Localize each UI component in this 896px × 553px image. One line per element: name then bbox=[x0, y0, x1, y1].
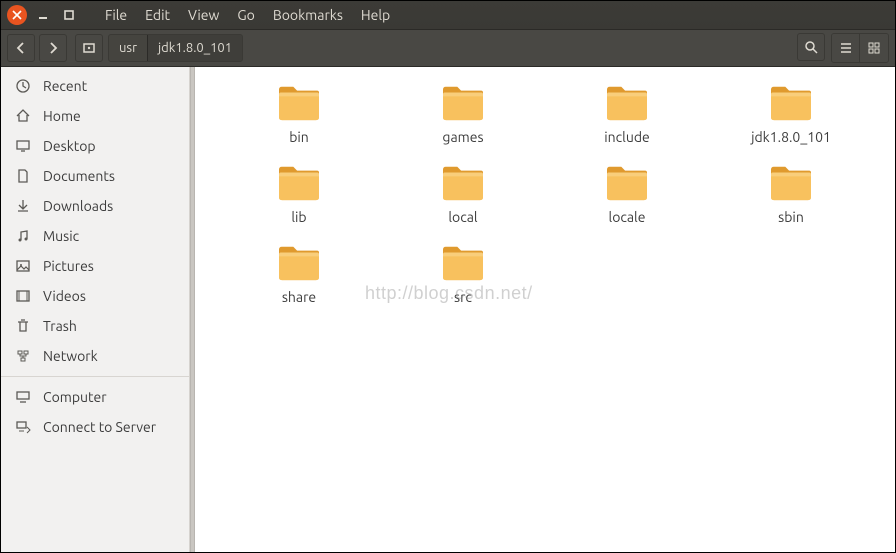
window-close-button[interactable] bbox=[7, 5, 27, 25]
sidebar-item-label: Connect to Server bbox=[43, 419, 156, 435]
folder-local[interactable]: local bbox=[383, 163, 543, 225]
trash-icon bbox=[15, 318, 31, 334]
sidebar-item-videos[interactable]: Videos bbox=[1, 281, 189, 311]
sidebar-item-downloads[interactable]: Downloads bbox=[1, 191, 189, 221]
computer-icon bbox=[15, 389, 31, 405]
network-icon bbox=[15, 348, 31, 364]
sidebar-item-label: Music bbox=[43, 228, 79, 244]
menu-bookmarks[interactable]: Bookmarks bbox=[265, 4, 351, 26]
path-bar: usr jdk1.8.0_101 bbox=[108, 34, 243, 62]
path-segment-current[interactable]: jdk1.8.0_101 bbox=[148, 35, 242, 61]
folder-games[interactable]: games bbox=[383, 83, 543, 145]
sidebar-item-connect-server[interactable]: Connect to Server bbox=[1, 412, 189, 442]
folder-icon bbox=[768, 163, 814, 203]
nav-back-button[interactable] bbox=[7, 34, 35, 62]
sidebar-item-label: Trash bbox=[43, 318, 77, 334]
menu-help[interactable]: Help bbox=[353, 4, 398, 26]
sidebar-item-home[interactable]: Home bbox=[1, 101, 189, 131]
folder-label: bin bbox=[289, 129, 309, 145]
sidebar-item-label: Network bbox=[43, 348, 98, 364]
folder-label: share bbox=[282, 289, 316, 305]
content-area[interactable]: bin games include jdk1.8.0_101lib local local… bbox=[195, 67, 895, 552]
folder-lib[interactable]: lib bbox=[219, 163, 379, 225]
path-root-button[interactable] bbox=[75, 34, 103, 62]
sidebar-item-recent[interactable]: Recent bbox=[1, 71, 189, 101]
folder-icon bbox=[276, 243, 322, 283]
folder-label: src bbox=[454, 289, 472, 305]
folder-locale[interactable]: locale bbox=[547, 163, 707, 225]
sidebar-item-label: Home bbox=[43, 108, 81, 124]
folder-src[interactable]: src bbox=[383, 243, 543, 305]
sidebar-item-label: Pictures bbox=[43, 258, 94, 274]
menu-view[interactable]: View bbox=[180, 4, 227, 26]
nav-forward-button[interactable] bbox=[39, 34, 67, 62]
menubar: File Edit View Go Bookmarks Help bbox=[97, 4, 398, 26]
folder-label: locale bbox=[609, 209, 646, 225]
desktop-icon bbox=[15, 138, 31, 154]
folder-label: jdk1.8.0_101 bbox=[751, 129, 831, 145]
folder-label: include bbox=[604, 129, 650, 145]
folder-icon bbox=[276, 163, 322, 203]
toolbar: usr jdk1.8.0_101 bbox=[1, 29, 895, 67]
sidebar-separator bbox=[1, 376, 189, 377]
folder-include[interactable]: include bbox=[547, 83, 707, 145]
view-list-button[interactable] bbox=[832, 34, 860, 62]
path-segment-usr[interactable]: usr bbox=[109, 35, 148, 61]
music-icon bbox=[15, 228, 31, 244]
folder-label: games bbox=[442, 129, 483, 145]
sidebar-item-label: Documents bbox=[43, 168, 115, 184]
folder-label: local bbox=[448, 209, 477, 225]
window-maximize-button[interactable] bbox=[59, 5, 79, 25]
view-grid-button[interactable] bbox=[860, 34, 888, 62]
sidebar-item-trash[interactable]: Trash bbox=[1, 311, 189, 341]
folder-icon bbox=[604, 83, 650, 123]
folder-label: sbin bbox=[778, 209, 804, 225]
folder-label: lib bbox=[291, 209, 306, 225]
sidebar: Recent Home Desktop Documents Downloads … bbox=[1, 67, 190, 552]
video-icon bbox=[15, 288, 31, 304]
sidebar-item-network[interactable]: Network bbox=[1, 341, 189, 371]
sidebar-item-documents[interactable]: Documents bbox=[1, 161, 189, 191]
sidebar-item-label: Downloads bbox=[43, 198, 113, 214]
folder-sbin[interactable]: sbin bbox=[711, 163, 871, 225]
folder-icon bbox=[440, 163, 486, 203]
folder-icon bbox=[276, 83, 322, 123]
sidebar-item-computer[interactable]: Computer bbox=[1, 382, 189, 412]
folder-grid: bin games include jdk1.8.0_101lib local local… bbox=[219, 83, 871, 305]
menu-edit[interactable]: Edit bbox=[137, 4, 178, 26]
folder-icon bbox=[768, 83, 814, 123]
sidebar-item-pictures[interactable]: Pictures bbox=[1, 251, 189, 281]
documents-icon bbox=[15, 168, 31, 184]
menu-file[interactable]: File bbox=[97, 4, 135, 26]
folder-bin[interactable]: bin bbox=[219, 83, 379, 145]
folder-icon bbox=[440, 83, 486, 123]
folder-share[interactable]: share bbox=[219, 243, 379, 305]
sidebar-item-label: Computer bbox=[43, 389, 107, 405]
sidebar-item-music[interactable]: Music bbox=[1, 221, 189, 251]
search-button[interactable] bbox=[797, 33, 825, 61]
sidebar-item-label: Desktop bbox=[43, 138, 96, 154]
folder-jdk1.8.0_101[interactable]: jdk1.8.0_101 bbox=[711, 83, 871, 145]
sidebar-item-label: Recent bbox=[43, 78, 87, 94]
sidebar-item-label: Videos bbox=[43, 288, 86, 304]
home-icon bbox=[15, 108, 31, 124]
pictures-icon bbox=[15, 258, 31, 274]
folder-icon bbox=[604, 163, 650, 203]
clock-icon bbox=[15, 78, 31, 94]
menu-go[interactable]: Go bbox=[229, 4, 262, 26]
window-minimize-button[interactable] bbox=[33, 5, 53, 25]
sidebar-item-desktop[interactable]: Desktop bbox=[1, 131, 189, 161]
folder-icon bbox=[440, 243, 486, 283]
server-icon bbox=[15, 419, 31, 435]
download-icon bbox=[15, 198, 31, 214]
titlebar: File Edit View Go Bookmarks Help bbox=[1, 1, 895, 29]
